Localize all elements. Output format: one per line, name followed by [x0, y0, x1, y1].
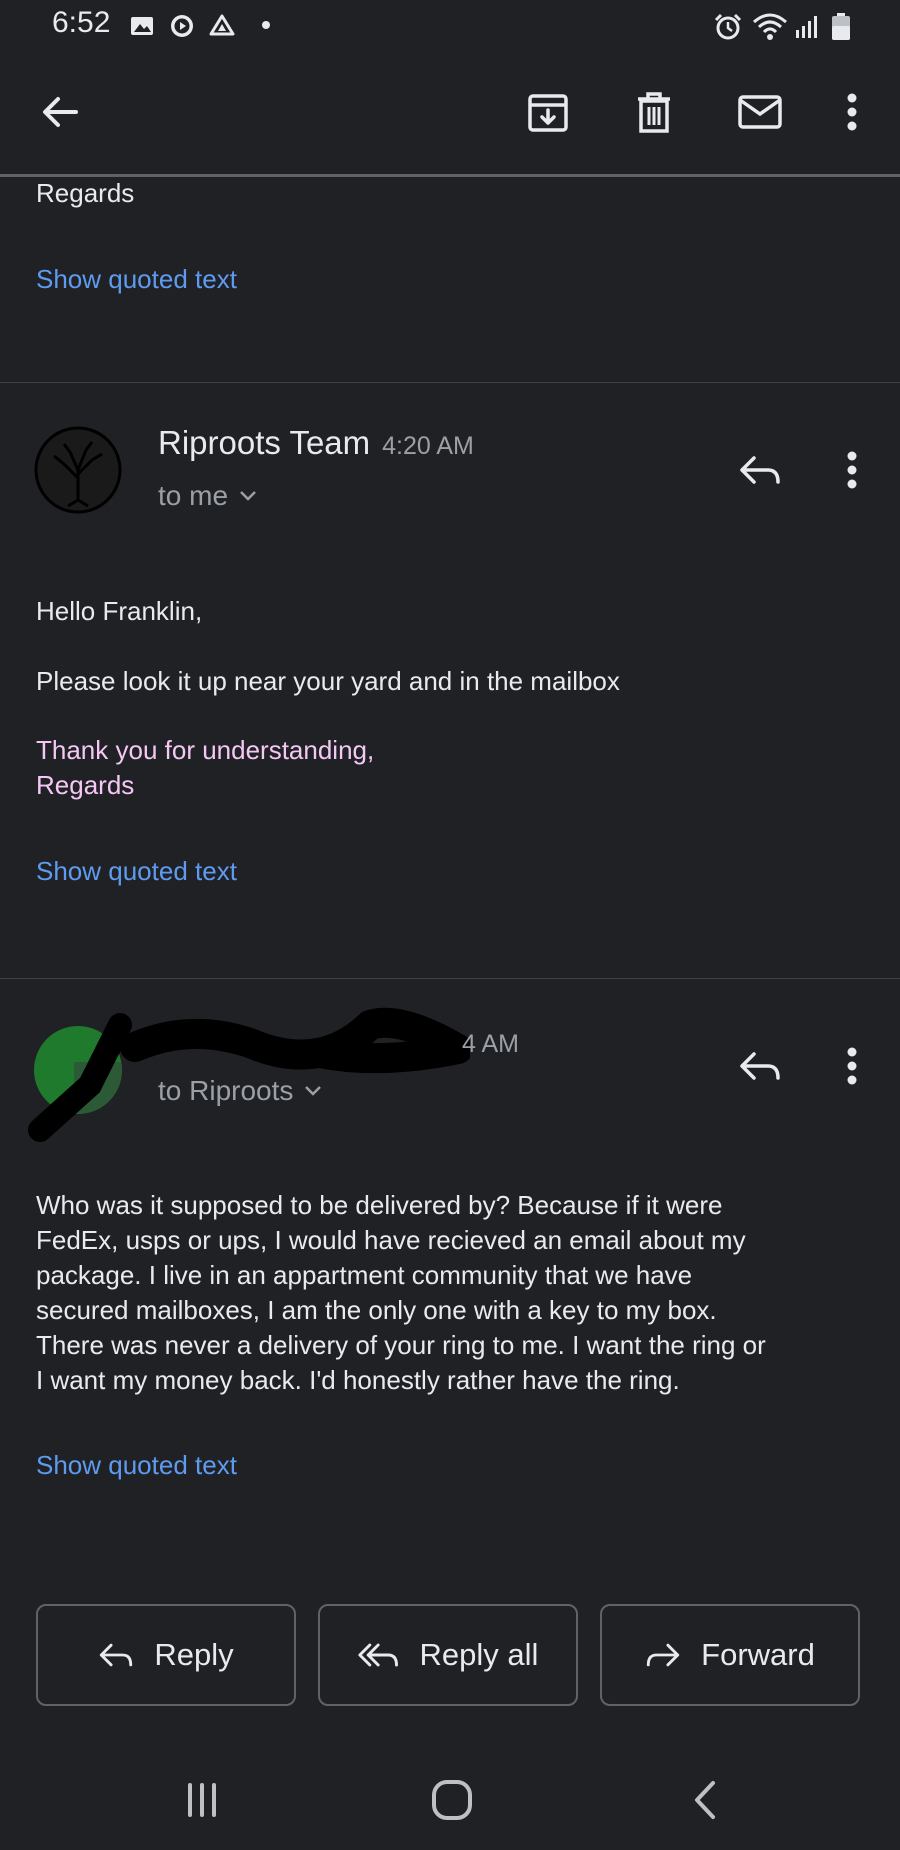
message-3-body-line: There was never a delivery of your ring … — [36, 1330, 766, 1360]
wifi-icon — [753, 13, 787, 40]
message-3-more-button[interactable] — [822, 1036, 882, 1096]
home-icon — [432, 1780, 472, 1820]
chevron-down-icon — [305, 1086, 322, 1096]
play-notification-icon — [171, 15, 193, 37]
message-3-body-line: I want my money back. I'd honestly rathe… — [36, 1365, 680, 1395]
message-2-time: 4:20 AM — [382, 432, 474, 460]
reply-icon — [740, 1052, 780, 1080]
recents-icon — [188, 1783, 216, 1817]
system-back-button[interactable] — [666, 1770, 746, 1830]
message-3-body-line: secured mailboxes, I am the only one wit… — [36, 1295, 717, 1325]
reply-all-button[interactable]: Reply all — [318, 1604, 578, 1706]
trash-icon — [638, 92, 670, 133]
message-3-recipient-toggle[interactable]: to Riproots — [158, 1075, 323, 1107]
message-2-signoff: Thank you for understanding, — [36, 735, 375, 765]
chevron-down-icon — [240, 491, 256, 501]
message-3-time: 4 AM — [462, 1030, 519, 1058]
signal-icon — [796, 16, 817, 38]
archive-icon — [528, 94, 568, 132]
more-vert-icon — [847, 1047, 857, 1085]
message-1-body-tail: Regards — [36, 178, 135, 208]
message-2-recipient: to me — [158, 480, 229, 511]
reply-button-label: Reply — [154, 1637, 234, 1672]
email-thread-screen: { "status_bar": { "time": "6:52" }, "mes… — [0, 0, 900, 1850]
arrow-back-icon — [43, 97, 78, 127]
reply-all-button-label: Reply all — [419, 1637, 539, 1672]
chevron-left-icon — [695, 1781, 715, 1819]
message-2-body: Please look it up near your yard and in … — [36, 666, 620, 696]
message-2-show-quoted-link[interactable]: Show quoted text — [36, 856, 237, 887]
reply-icon — [100, 1643, 133, 1667]
recents-button[interactable] — [162, 1770, 242, 1830]
mail-icon — [738, 95, 782, 129]
archive-button[interactable] — [516, 80, 580, 144]
more-notifications-dot — [262, 21, 270, 29]
alarm-icon — [714, 13, 742, 40]
status-time: 6:52 — [52, 6, 111, 39]
overflow-menu-button[interactable] — [820, 80, 884, 144]
message-divider — [0, 978, 900, 979]
message-3-body-line: Who was it supposed to be delivered by? … — [36, 1190, 723, 1220]
message-3-body-line: package. I live in an appartment communi… — [36, 1260, 693, 1290]
message-3-recipient: to Riproots — [158, 1075, 294, 1106]
reply-all-icon — [357, 1643, 398, 1667]
forward-button-label: Forward — [701, 1637, 815, 1672]
message-2-more-button[interactable] — [822, 440, 882, 500]
forward-icon — [646, 1643, 680, 1667]
more-vert-icon — [847, 93, 857, 131]
message-2-regards: Regards — [36, 770, 135, 800]
message-2-greeting: Hello Franklin, — [36, 596, 203, 626]
gallery-notification-icon — [131, 17, 153, 35]
more-vert-icon — [847, 451, 857, 489]
battery-icon — [832, 13, 850, 40]
back-button[interactable] — [28, 80, 92, 144]
reply-icon — [740, 456, 780, 484]
riproots-avatar[interactable] — [34, 426, 122, 514]
mark-unread-button[interactable] — [728, 80, 792, 144]
forward-button[interactable]: Forward — [600, 1604, 860, 1706]
message-3-body-line: FedEx, usps or ups, I would have recieve… — [36, 1225, 746, 1255]
delete-button[interactable] — [622, 80, 686, 144]
message-divider — [0, 382, 900, 383]
drive-notification-icon — [209, 14, 235, 36]
message-2-recipient-toggle[interactable]: to me — [158, 480, 258, 512]
reply-button[interactable]: Reply — [36, 1604, 296, 1706]
message-3-show-quoted-link[interactable]: Show quoted text — [36, 1450, 237, 1481]
message-2-header: Riproots Team 4:20 AM — [158, 424, 474, 462]
message-1-show-quoted-link[interactable]: Show quoted text — [36, 264, 237, 295]
message-3-reply-button[interactable] — [730, 1036, 790, 1096]
appbar-divider — [0, 174, 900, 177]
home-button[interactable] — [412, 1770, 492, 1830]
message-3-body: Who was it supposed to be delivered by? … — [36, 1188, 876, 1398]
message-2-sender-name[interactable]: Riproots Team — [158, 424, 370, 462]
message-2-reply-button[interactable] — [730, 440, 790, 500]
